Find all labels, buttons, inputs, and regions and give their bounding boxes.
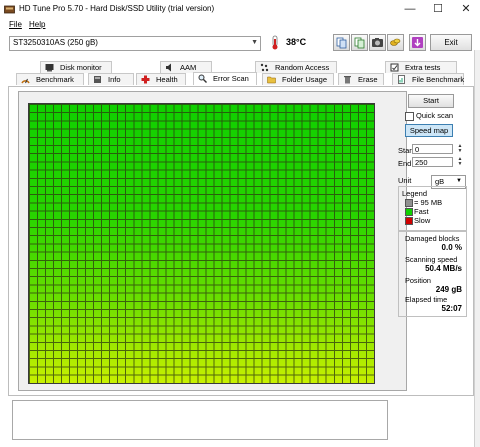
start-spinner[interactable]: ▲ ▼ (456, 144, 464, 154)
tab-random-access-label: Random Access (275, 63, 330, 72)
tab-info-label: Info (108, 75, 121, 84)
tab-disk-monitor[interactable]: Disk monitor (40, 61, 112, 73)
speed-map-button[interactable]: Speed map (405, 124, 453, 137)
end-spinner[interactable]: ▲ ▼ (456, 157, 464, 167)
tab-benchmark[interactable]: Benchmark (16, 73, 84, 85)
benchmark-icon (21, 78, 30, 84)
folder-icon (267, 76, 276, 84)
options-button[interactable] (387, 34, 404, 51)
damaged-blocks-label: Damaged blocks (405, 234, 460, 243)
tab-error-scan[interactable]: Error Scan (193, 72, 257, 85)
erase-icon (344, 76, 351, 84)
legend-fast: Fast (414, 207, 429, 216)
copy-button[interactable] (351, 34, 368, 51)
extra-tests-icon (390, 63, 399, 72)
menu-help-label: Help (29, 20, 46, 29)
drive-select[interactable]: ST3250310AS (250 gB) ▼ (9, 36, 261, 51)
block-map (28, 103, 375, 384)
scanning-speed-label: Scanning speed (405, 255, 458, 264)
minimize-button[interactable]: — (396, 0, 424, 19)
elapsed-time-label: Elapsed time (405, 295, 448, 304)
app-icon (4, 5, 15, 14)
tab-file-benchmark[interactable]: File Benchmark (392, 73, 464, 85)
block-grid (29, 104, 374, 383)
tab-folder-usage-label: Folder Usage (282, 75, 328, 84)
drive-select-value: ST3250310AS (250 gB) (13, 38, 98, 47)
tab-file-benchmark-label: File Benchmark (412, 75, 465, 84)
unit-label: Unit (398, 176, 412, 185)
slow-swatch (405, 217, 413, 225)
chevron-down-icon: ▼ (456, 178, 462, 184)
save-icon (412, 37, 423, 48)
legend-title: Legend (402, 189, 428, 198)
background-window-edge (474, 50, 480, 447)
log-box (12, 400, 388, 440)
tab-erase-label: Erase (358, 75, 378, 84)
random-access-icon (260, 63, 269, 72)
disk-monitor-icon (45, 64, 54, 72)
options-icon (390, 38, 401, 46)
screenshot-button[interactable] (369, 34, 386, 51)
file-benchmark-icon (398, 75, 405, 84)
elapsed-time-value: 52:07 (441, 304, 462, 313)
scan-stats: Damaged blocks 0.0 % Scanning speed 50.4… (398, 231, 467, 317)
tab-error-scan-label: Error Scan (213, 74, 249, 83)
unit-select-value: gB (435, 177, 445, 186)
maximize-button[interactable]: ☐ (424, 0, 452, 19)
thermometer-icon (272, 35, 278, 50)
fast-swatch (405, 208, 413, 216)
info-icon (94, 76, 101, 83)
end-field-label: End (398, 159, 412, 168)
legend: Legend = 95 MB Fast Slow (398, 186, 467, 231)
tab-health[interactable]: Health (136, 73, 186, 85)
magnifier-icon (198, 74, 207, 83)
save-button[interactable] (409, 34, 426, 51)
menu-file-label: File (9, 20, 22, 29)
start-field[interactable]: 0 (412, 144, 453, 154)
tab-benchmark-label: Benchmark (36, 75, 74, 84)
window-title: HD Tune Pro 5.70 - Hard Disk/SSD Utility… (19, 4, 215, 13)
screenshot-icon (372, 38, 383, 47)
legend-slow: Slow (414, 216, 431, 225)
quick-scan-checkbox[interactable] (405, 112, 414, 121)
end-field[interactable]: 250 (412, 157, 453, 167)
spin-down-icon: ▼ (457, 161, 463, 167)
temperature-value: 38°C (286, 37, 307, 47)
copy-info-button[interactable] (333, 34, 350, 51)
tab-random-access[interactable]: Random Access (255, 61, 337, 73)
scanning-speed-value: 50.4 MB/s (425, 264, 462, 273)
spin-down-icon: ▼ (457, 148, 463, 154)
legend-block-size: = 95 MB (414, 198, 443, 207)
quick-scan-label: Quick scan (416, 111, 454, 120)
tab-disk-monitor-label: Disk monitor (60, 63, 102, 72)
tab-extra-tests[interactable]: Extra tests (385, 61, 457, 73)
start-button[interactable]: Start (408, 94, 454, 108)
tab-erase[interactable]: Erase (338, 73, 384, 85)
health-icon (141, 75, 150, 84)
tab-info[interactable]: Info (88, 73, 134, 85)
copy-icon (354, 37, 365, 49)
tab-health-label: Health (156, 75, 178, 84)
chevron-down-icon: ▼ (251, 39, 258, 46)
tab-extra-tests-label: Extra tests (405, 63, 441, 72)
position-value: 249 gB (435, 285, 462, 294)
exit-button[interactable]: Exit (430, 34, 472, 51)
menu-help[interactable]: Help (29, 20, 45, 29)
position-label: Position (405, 276, 431, 285)
copy-info-icon (336, 37, 347, 49)
damaged-blocks-value: 0.0 % (441, 243, 462, 252)
menu-file[interactable]: File (9, 20, 22, 29)
tab-folder-usage[interactable]: Folder Usage (262, 73, 334, 85)
close-button[interactable]: ✕ (452, 0, 480, 19)
block-swatch (405, 199, 413, 207)
aam-icon (166, 63, 171, 72)
